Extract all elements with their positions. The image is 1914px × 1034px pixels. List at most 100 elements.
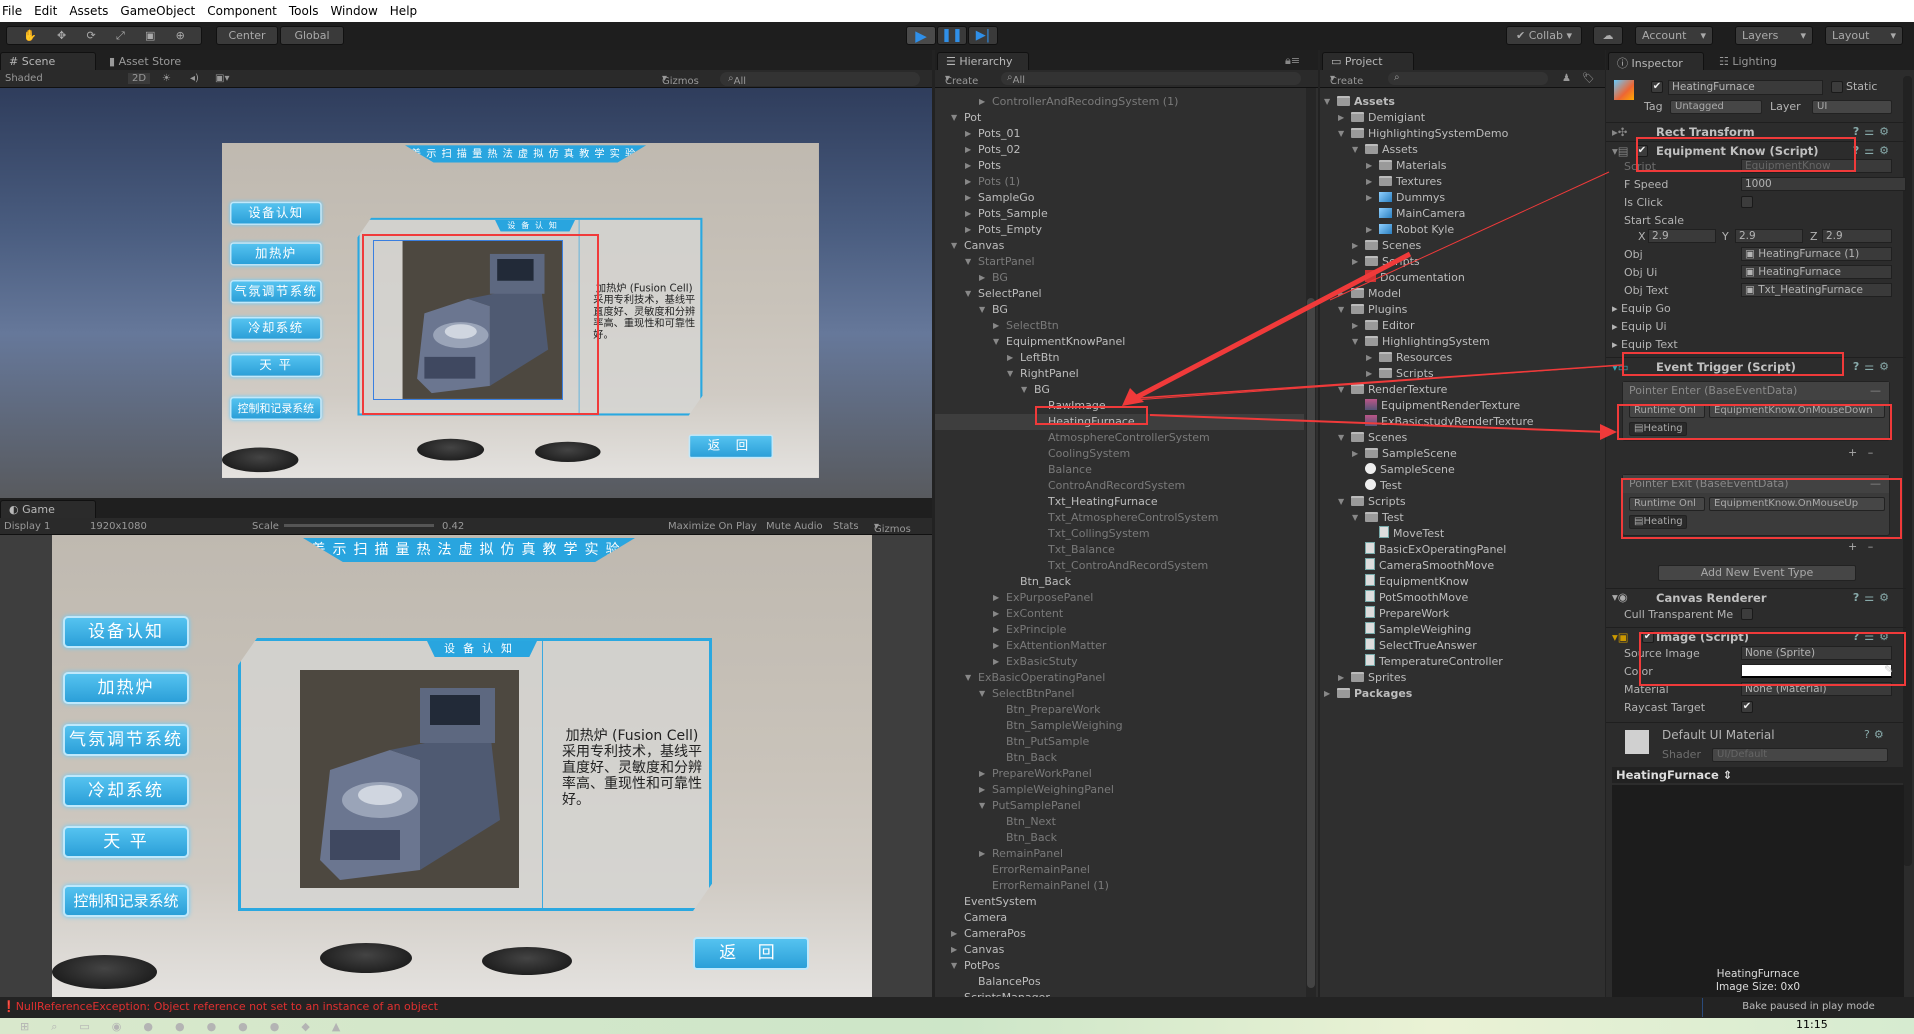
gizmos-dropdown[interactable]: Gizmos ▾: [662, 73, 699, 87]
project-item[interactable]: TemperatureController: [1320, 654, 1591, 670]
hierarchy-item[interactable]: Camera: [935, 910, 1304, 926]
expanded-arrow-icon[interactable]: ▼: [951, 238, 961, 254]
expanded-arrow-icon[interactable]: ▼: [1338, 494, 1348, 510]
lighting-icon[interactable]: ☀: [162, 73, 171, 84]
project-item[interactable]: MainCamera: [1320, 206, 1591, 222]
project-item[interactable]: ▶ Scripts: [1320, 366, 1591, 382]
menu-tools[interactable]: Tools: [289, 4, 319, 18]
layout-dropdown[interactable]: Layout ▾: [1825, 26, 1903, 45]
btn-atmosphere-system[interactable]: 气氛调节系统: [63, 724, 189, 756]
collapsed-arrow-icon[interactable]: ▶: [979, 270, 989, 286]
tab-lighting[interactable]: ☷ Lighting: [1710, 52, 1800, 70]
hierarchy-item[interactable]: Btn_Back: [935, 574, 1304, 590]
hierarchy-item[interactable]: ControAndRecordSystem: [935, 478, 1304, 494]
scale-y-field[interactable]: 2.9: [1735, 229, 1803, 243]
menu-component[interactable]: Component: [207, 4, 277, 18]
project-item[interactable]: ▼ Scripts: [1320, 494, 1591, 510]
btn-heating-furnace[interactable]: 加热炉: [63, 672, 189, 704]
expanded-arrow-icon[interactable]: ▼: [1021, 382, 1031, 398]
expanded-arrow-icon[interactable]: ▼: [965, 670, 975, 686]
collapsed-arrow-icon[interactable]: ▶: [1352, 318, 1362, 334]
inspector-scrollbar[interactable]: [1903, 76, 1912, 866]
runtime-mode-dropdown[interactable]: Runtime Onl: [1629, 404, 1705, 418]
btn-cooling-system[interactable]: 冷却系统: [230, 317, 322, 341]
expanded-arrow-icon[interactable]: ▼: [1338, 126, 1348, 142]
expanded-arrow-icon[interactable]: ▼: [965, 254, 975, 270]
collapsed-arrow-icon[interactable]: ▶: [1366, 174, 1376, 190]
back-button[interactable]: 返 回: [688, 434, 774, 459]
collapsed-arrow-icon[interactable]: ▶: [951, 942, 961, 958]
filter-type-icon[interactable]: ♟: [1562, 73, 1571, 84]
menu-file[interactable]: File: [2, 4, 22, 18]
btn-balance[interactable]: 天 平: [63, 826, 189, 858]
btn-cooling-system[interactable]: 冷却系统: [63, 775, 189, 807]
back-button[interactable]: 返 回: [693, 937, 809, 970]
collapsed-arrow-icon[interactable]: ▶: [1366, 190, 1376, 206]
color-field[interactable]: [1741, 664, 1892, 678]
collapsed-arrow-icon[interactable]: ▶: [979, 766, 989, 782]
project-search-input[interactable]: ⌕: [1388, 72, 1548, 85]
taskbar-app-icons[interactable]: ⊞⌕▭◉●●●●●◆▲: [20, 1020, 362, 1034]
hierarchy-search-input[interactable]: ⌕ All: [1001, 72, 1301, 86]
btn-control-record-system[interactable]: 控制和记录系统: [63, 885, 189, 917]
raycast-target-checkbox[interactable]: ✔: [1741, 701, 1753, 713]
hierarchy-item[interactable]: ▼ Pot: [935, 110, 1304, 126]
objtext-field[interactable]: ▣ Txt_HeatingFurnace: [1741, 283, 1892, 297]
expanded-arrow-icon[interactable]: ▼: [1352, 510, 1362, 526]
component-enabled-checkbox[interactable]: ✔: [1636, 145, 1648, 157]
shading-dropdown[interactable]: Shaded: [5, 73, 43, 84]
project-item[interactable]: ▼ Assets: [1320, 142, 1591, 158]
project-item[interactable]: ▶ Textures: [1320, 174, 1591, 190]
collapsed-arrow-icon[interactable]: ▶: [1338, 670, 1348, 686]
collapsed-arrow-icon[interactable]: ▶: [1007, 350, 1017, 366]
hierarchy-item[interactable]: Txt_ControAndRecordSystem: [935, 558, 1304, 574]
collapsed-arrow-icon[interactable]: ▶: [965, 222, 975, 238]
expanded-arrow-icon[interactable]: ▼: [979, 686, 989, 702]
menu-help[interactable]: Help: [390, 4, 417, 18]
hierarchy-item[interactable]: ▶ Pots_Sample: [935, 206, 1304, 222]
scale-tool-icon[interactable]: ⤢: [116, 29, 125, 43]
collapsed-arrow-icon[interactable]: ▶: [1352, 446, 1362, 462]
menu-window[interactable]: Window: [330, 4, 377, 18]
event-trigger-header[interactable]: ▾▭ Event Trigger (Script) ?⚌⚙: [1606, 357, 1906, 375]
hierarchy-item[interactable]: EventSystem: [935, 894, 1304, 910]
project-item[interactable]: Documentation: [1320, 270, 1591, 286]
hierarchy-item[interactable]: ▶ ExBasicStuty: [935, 654, 1304, 670]
project-item[interactable]: SampleWeighing: [1320, 622, 1591, 638]
collapsed-arrow-icon[interactable]: ▶: [979, 846, 989, 862]
tab-game[interactable]: ◐ Game: [0, 500, 96, 518]
rect-tool-icon[interactable]: ▣: [145, 29, 155, 42]
canvas-renderer-header[interactable]: ▾◉ Canvas Renderer ?⚌⚙: [1606, 588, 1906, 606]
hierarchy-item[interactable]: Txt_Balance: [935, 542, 1304, 558]
collapsed-arrow-icon[interactable]: ▶: [965, 206, 975, 222]
menu-assets[interactable]: Assets: [69, 4, 108, 18]
hierarchy-item[interactable]: ▼ BG: [935, 302, 1304, 318]
hierarchy-item[interactable]: ▼ BG: [935, 382, 1304, 398]
pause-button[interactable]: ❚❚: [937, 26, 967, 45]
maximize-on-play-toggle[interactable]: Maximize On Play: [668, 521, 757, 532]
move-tool-icon[interactable]: ✥: [57, 29, 66, 42]
hierarchy-item[interactable]: ▶ ExContent: [935, 606, 1304, 622]
isclick-checkbox[interactable]: [1741, 196, 1753, 208]
collapsed-arrow-icon[interactable]: ▶: [965, 174, 975, 190]
expanded-arrow-icon[interactable]: ▼: [1352, 334, 1362, 350]
hierarchy-item[interactable]: Balance: [935, 462, 1304, 478]
play-button[interactable]: ▶: [906, 26, 936, 45]
component-menu-icons[interactable]: ?⚙: [1864, 728, 1888, 741]
pivot-toggle[interactable]: Center: [216, 26, 278, 45]
project-item[interactable]: ▶ Resources: [1320, 350, 1591, 366]
layer-dropdown[interactable]: UI: [1812, 100, 1892, 114]
collapsed-arrow-icon[interactable]: ▶: [1366, 158, 1376, 174]
mute-audio-toggle[interactable]: Mute Audio: [766, 521, 823, 532]
hierarchy-item[interactable]: Txt_CollingSystem: [935, 526, 1304, 542]
hierarchy-item[interactable]: Btn_Back: [935, 830, 1304, 846]
project-item[interactable]: ▶ Model: [1320, 286, 1591, 302]
effects-icon[interactable]: ▣▾: [215, 73, 229, 84]
hierarchy-item[interactable]: ▼ ExBasicOperatingPanel: [935, 670, 1304, 686]
expanded-arrow-icon[interactable]: ▼: [1007, 366, 1017, 382]
cloud-icon[interactable]: ☁: [1593, 26, 1623, 45]
expanded-arrow-icon[interactable]: ▼: [1338, 302, 1348, 318]
project-item[interactable]: Test: [1320, 478, 1591, 494]
add-remove-listener-buttons[interactable]: + –: [1848, 540, 1873, 553]
step-button[interactable]: ▶|: [968, 26, 998, 45]
